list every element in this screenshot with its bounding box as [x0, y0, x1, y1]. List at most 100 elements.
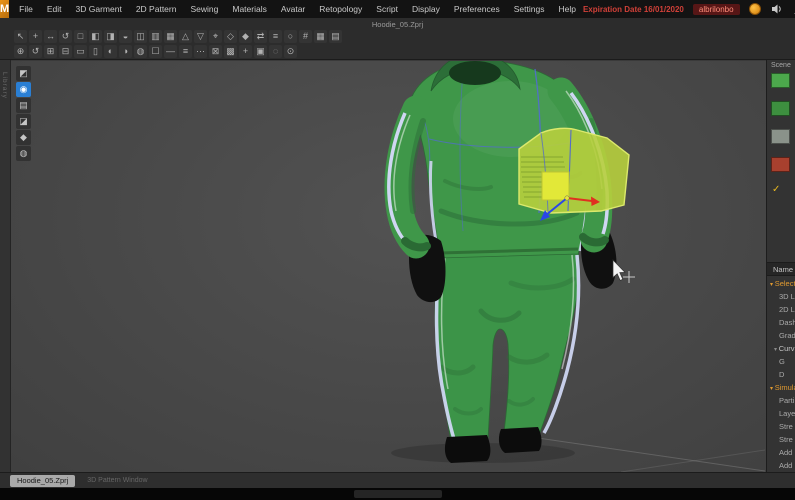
property-tree-row[interactable]: Selecte — [767, 277, 795, 290]
toolbar-icon[interactable]: ◑ — [119, 45, 132, 58]
toolbar-icon[interactable]: ○ — [284, 30, 297, 43]
property-tree-row[interactable]: Add — [767, 459, 795, 472]
menu-item[interactable]: Retopology — [312, 4, 369, 14]
fabric-swatch[interactable] — [771, 129, 790, 144]
toolbar-icon[interactable]: ↺ — [59, 30, 72, 43]
pattern-internal-rect — [542, 172, 569, 200]
toolbar-icon[interactable]: # — [299, 30, 312, 43]
toolbar-icon[interactable]: ▩ — [224, 45, 237, 58]
property-tree-row[interactable]: Curv — [767, 342, 795, 355]
viewport-tool-icon[interactable]: ◉ — [16, 82, 31, 97]
toolbar-icon[interactable]: ☐ — [149, 45, 162, 58]
property-tree-row[interactable]: D — [767, 368, 795, 381]
project-tab[interactable]: Hoodie_05.Zprj — [10, 475, 75, 487]
viewport-tool-icon[interactable]: ◍ — [16, 146, 31, 161]
toolbar-icon[interactable]: ⊕ — [14, 45, 27, 58]
toolbar-icon[interactable]: + — [239, 45, 252, 58]
toolbar-icon[interactable]: ◌ — [269, 45, 282, 58]
toolbar-icon[interactable]: ▥ — [149, 30, 162, 43]
menu-item[interactable]: Preferences — [447, 4, 507, 14]
property-tree-row[interactable]: Layer — [767, 407, 795, 420]
property-tree-row[interactable]: Simulat — [767, 381, 795, 394]
shoe-right — [499, 427, 542, 453]
collapsed-library-panel[interactable]: Library — [0, 60, 11, 472]
property-tree-row[interactable]: Parti — [767, 394, 795, 407]
toolbar-icon[interactable]: ▤ — [329, 30, 342, 43]
fabric-swatches — [767, 73, 795, 172]
property-tree-row[interactable]: G — [767, 355, 795, 368]
menu-item[interactable]: Sewing — [183, 4, 225, 14]
toolbar-icon[interactable]: ⋯ — [194, 45, 207, 58]
speaker-icon[interactable] — [771, 3, 784, 16]
toolbar-icon[interactable]: ⊠ — [209, 45, 222, 58]
menu-item[interactable]: File — [12, 4, 40, 14]
toolbar-icon[interactable]: ↖ — [14, 30, 27, 43]
property-tree-row[interactable]: Add — [767, 446, 795, 459]
menu-item[interactable]: 3D Garment — [69, 4, 129, 14]
toolbar-icon[interactable]: ↔ — [44, 30, 57, 43]
fabric-swatch[interactable] — [771, 73, 790, 88]
menu-bar-right: Expiration Date 16/01/2020 albrilonbo ? — [583, 3, 795, 16]
menu-item[interactable]: Display — [405, 4, 447, 14]
viewport-tool-icon[interactable]: ▤ — [16, 98, 31, 113]
property-tree-row[interactable]: Stre — [767, 433, 795, 446]
property-tree-row[interactable]: 2D L — [767, 303, 795, 316]
toolbar-icon[interactable]: ▯ — [89, 45, 102, 58]
toolbar-icon[interactable]: ≡ — [269, 30, 282, 43]
selected-pattern-overlay[interactable] — [519, 128, 629, 213]
toolbar-icon[interactable]: ▦ — [314, 30, 327, 43]
toolbar-icon[interactable]: ◇ — [224, 30, 237, 43]
fabric-swatch[interactable] — [771, 101, 790, 116]
viewport-tool-icon[interactable]: ◩ — [16, 66, 31, 81]
toolbar-icon[interactable]: — — [164, 45, 177, 58]
menu-item[interactable]: Materials — [225, 4, 273, 14]
toolbar-icon[interactable]: ◆ — [239, 30, 252, 43]
toolbar-icon[interactable]: ≡ — [179, 45, 192, 58]
viewport-tool-icon[interactable]: ◆ — [16, 130, 31, 145]
toolbar-icon[interactable]: ◒ — [119, 30, 132, 43]
toolbar-icon[interactable]: ▣ — [254, 45, 267, 58]
toolbar-icon[interactable]: + — [29, 30, 42, 43]
toolbar-icon[interactable]: ▽ — [194, 30, 207, 43]
toolbar-icon[interactable]: ▦ — [164, 30, 177, 43]
toolbar-icon[interactable]: ◫ — [134, 30, 147, 43]
toolbar-icon[interactable]: △ — [179, 30, 192, 43]
toolbar-icon[interactable]: ◧ — [89, 30, 102, 43]
toolbar-icon[interactable]: ⇄ — [254, 30, 267, 43]
property-name-header: Name — [767, 262, 795, 276]
3d-viewport[interactable]: ◩ ◉ ▤ ◪ ◆ ◍ — [11, 60, 766, 472]
collapsed-panel-label: Library — [1, 72, 8, 99]
property-tree-row[interactable]: 3D L — [767, 290, 795, 303]
shoe-left — [445, 435, 490, 463]
toolbar-icon[interactable]: ⌖ — [209, 30, 222, 43]
toolbar-row-1: ↖+↔↺□◧◨◒◫▥▦△▽⌖◇◆⇄≡○#▦▤ — [14, 30, 342, 43]
toolbar-icon[interactable]: ◐ — [104, 45, 117, 58]
garment-3d[interactable] — [389, 61, 617, 463]
panel-tab-label[interactable]: Scene — [767, 60, 795, 73]
menu-item[interactable]: Help — [551, 4, 582, 14]
toolbar: Hoodie_05.Zprj ↖+↔↺□◧◨◒◫▥▦△▽⌖◇◆⇄≡○#▦▤ ⊕↺… — [0, 18, 795, 60]
property-tree-row[interactable]: Stre — [767, 420, 795, 433]
viewport-tool-icon[interactable]: ◪ — [16, 114, 31, 129]
toolbar-icon[interactable]: ⊞ — [44, 45, 57, 58]
toolbar-icon[interactable]: ◍ — [134, 45, 147, 58]
property-tree-row[interactable]: Grad — [767, 329, 795, 342]
menu-item[interactable]: Script — [369, 4, 405, 14]
toolbar-icon[interactable]: □ — [74, 30, 87, 43]
menu-item[interactable]: Avatar — [274, 4, 312, 14]
toolbar-icon[interactable]: ⊟ — [59, 45, 72, 58]
window-mode-label: 3D Pattern Window — [87, 477, 147, 484]
toolbar-icon[interactable]: ↺ — [29, 45, 42, 58]
toolbar-icon[interactable]: ⊙ — [284, 45, 297, 58]
menu-bar-items: File Edit 3D Garment 2D Pattern Sewing M… — [12, 0, 583, 18]
menu-item[interactable]: Settings — [507, 4, 552, 14]
coin-icon[interactable] — [749, 3, 762, 16]
taskbar-item[interactable] — [354, 490, 442, 498]
toolbar-icon[interactable]: ▭ — [74, 45, 87, 58]
toolbar-icon[interactable]: ◨ — [104, 30, 117, 43]
menu-item[interactable]: 2D Pattern — [129, 4, 184, 14]
menu-item[interactable]: Edit — [40, 4, 69, 14]
user-account-badge[interactable]: albrilonbo — [693, 4, 740, 15]
fabric-swatch[interactable] — [771, 157, 790, 172]
property-tree-row[interactable]: Dash — [767, 316, 795, 329]
